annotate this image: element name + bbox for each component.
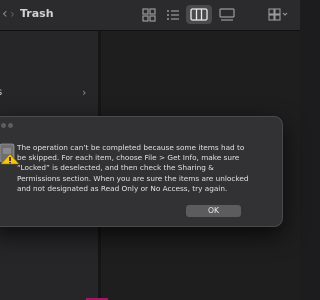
sidebar-item-label: s — [0, 87, 2, 98]
list-view-icon — [167, 10, 179, 20]
dialog-message: The operation can’t be completed because… — [17, 143, 249, 193]
window-button-icon — [8, 123, 13, 128]
gallery-view-button[interactable] — [216, 5, 238, 24]
finder-toolbar: ‹ › Trash — [0, 0, 300, 31]
group-menu-button[interactable] — [266, 5, 290, 24]
gallery-view-icon — [219, 8, 235, 21]
icon-view-icon — [142, 8, 156, 22]
column-view-icon — [190, 8, 208, 21]
column-view-button[interactable] — [186, 5, 212, 24]
chevron-right-icon: › — [82, 86, 87, 99]
icon-view-button[interactable] — [140, 5, 158, 24]
forward-button[interactable]: › — [10, 7, 15, 21]
grid-menu-icon — [268, 8, 288, 21]
sidebar-item[interactable]: s › — [0, 86, 96, 101]
window-button-icon — [1, 123, 6, 128]
back-button[interactable]: ‹ — [2, 6, 8, 22]
list-view-button[interactable] — [164, 5, 182, 24]
window-title: Trash — [20, 7, 54, 20]
error-dialog: The operation can’t be completed because… — [0, 116, 283, 227]
ok-button[interactable]: OK — [186, 205, 241, 217]
